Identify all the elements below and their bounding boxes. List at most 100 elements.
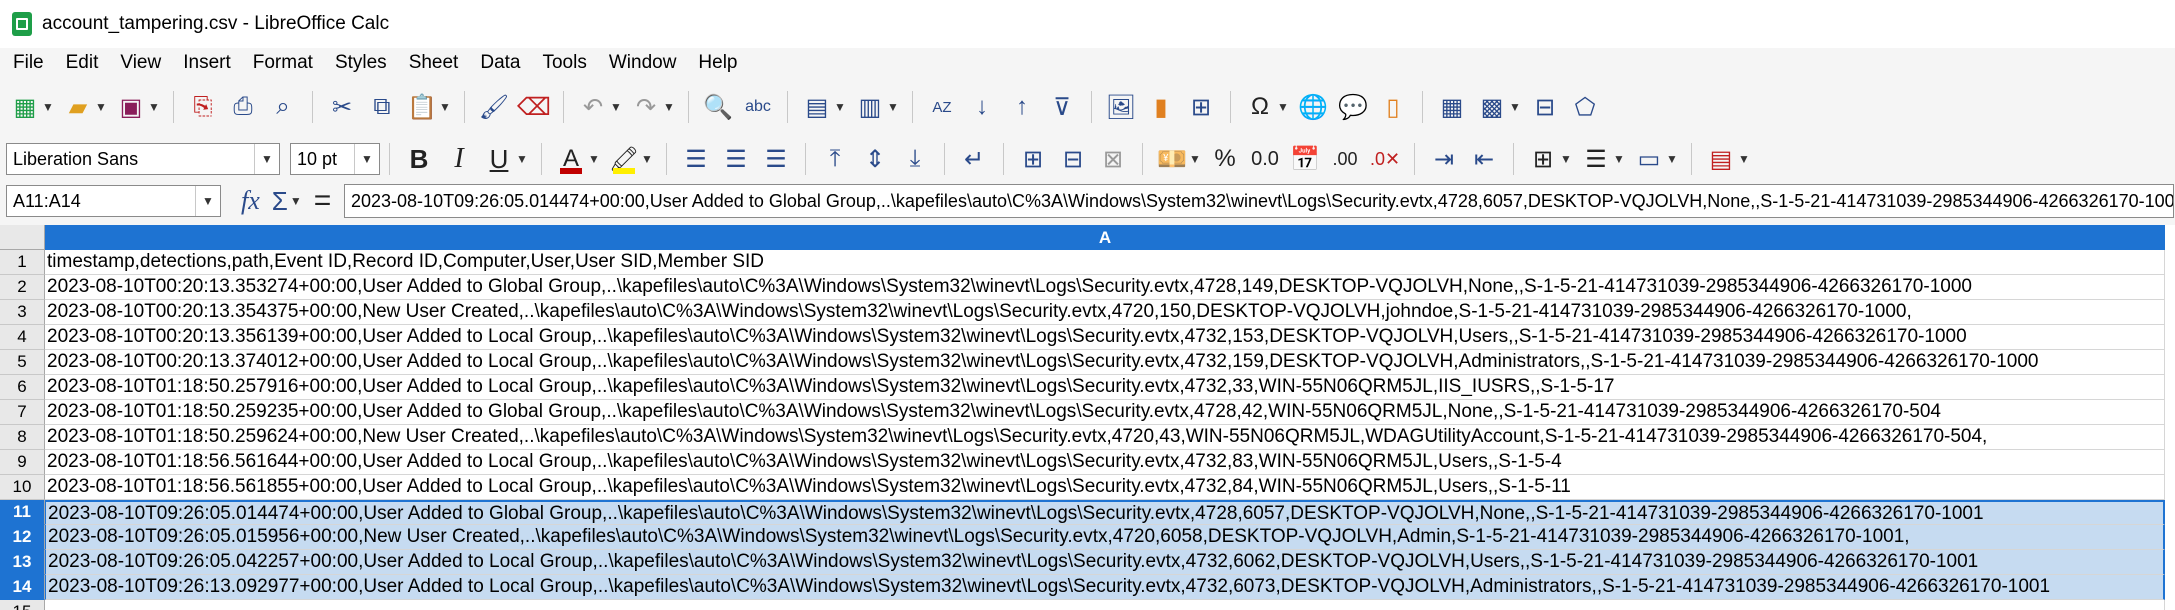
chevron-down-icon[interactable]: ▼	[254, 144, 279, 174]
redo-dropdown-icon[interactable]: ▼	[662, 90, 676, 124]
cell[interactable]: 2023-08-10T09:26:05.042257+00:00,User Ad…	[45, 550, 2165, 575]
align-bottom-icon[interactable]: ⤓	[898, 142, 932, 176]
menu-file[interactable]: File	[13, 52, 44, 74]
cell[interactable]: 2023-08-10T09:26:05.015956+00:00,New Use…	[45, 525, 2165, 550]
new-spreadsheet-icon[interactable]: ▦	[8, 90, 42, 124]
export-pdf-icon[interactable]: ⎘	[186, 90, 220, 124]
print-preview-icon[interactable]: ⌕	[266, 90, 300, 124]
menu-edit[interactable]: Edit	[66, 52, 99, 74]
insert-image-icon[interactable]: 🖼	[1104, 90, 1138, 124]
row-header[interactable]: 8	[0, 425, 45, 450]
spelling-icon[interactable]: abc	[741, 90, 775, 124]
comment-icon[interactable]: 💬	[1336, 90, 1370, 124]
menu-help[interactable]: Help	[698, 52, 737, 74]
sort-icon[interactable]: AZ	[925, 90, 959, 124]
split-window-icon[interactable]: ⊟	[1528, 90, 1562, 124]
row-header[interactable]: 11	[0, 500, 45, 525]
border-color-icon[interactable]: ▭	[1632, 142, 1666, 176]
align-left-icon[interactable]: ☰	[679, 142, 713, 176]
menu-insert[interactable]: Insert	[183, 52, 231, 74]
font-name-combo[interactable]: Liberation Sans ▼	[6, 143, 280, 175]
menu-sheet[interactable]: Sheet	[409, 52, 459, 74]
cell[interactable]: 2023-08-10T00:20:13.353274+00:00,User Ad…	[45, 275, 2165, 300]
menu-format[interactable]: Format	[253, 52, 313, 74]
menu-data[interactable]: Data	[480, 52, 520, 74]
row-icon[interactable]: ▤	[800, 90, 834, 124]
clone-formatting-icon[interactable]: 🖌	[477, 90, 511, 124]
name-box[interactable]: A11:A14 ▼	[6, 185, 221, 217]
row-header[interactable]: 15	[0, 600, 45, 610]
conditional-format-dropdown-icon[interactable]: ▼	[1737, 142, 1751, 176]
sum-icon[interactable]: Σ	[272, 186, 288, 217]
row-header[interactable]: 4	[0, 325, 45, 350]
add-decimal-place-icon[interactable]: .00	[1328, 142, 1362, 176]
font-color-icon[interactable]: A	[554, 142, 588, 176]
increase-indent-icon[interactable]: ⇥	[1427, 142, 1461, 176]
row-header[interactable]: 10	[0, 475, 45, 500]
cut-icon[interactable]: ✂	[325, 90, 359, 124]
find-replace-icon[interactable]: 🔍	[701, 90, 735, 124]
column-header-a[interactable]: A	[45, 225, 2165, 250]
headers-footers-icon[interactable]: ▯	[1376, 90, 1410, 124]
chevron-down-icon[interactable]: ▼	[354, 144, 379, 174]
sort-ascending-icon[interactable]: ↓	[965, 90, 999, 124]
format-as-number-icon[interactable]: 0.0	[1248, 142, 1282, 176]
cell[interactable]: 2023-08-10T09:26:13.092977+00:00,User Ad…	[45, 575, 2165, 600]
align-right-icon[interactable]: ☰	[759, 142, 793, 176]
cell[interactable]: 2023-08-10T01:18:56.561855+00:00,User Ad…	[45, 475, 2165, 500]
clear-formatting-icon[interactable]: ⌫	[517, 90, 551, 124]
cell[interactable]: 2023-08-10T09:26:05.014474+00:00,User Ad…	[45, 500, 2165, 525]
row-header[interactable]: 3	[0, 300, 45, 325]
show-draw-functions-icon[interactable]: ⬠	[1568, 90, 1602, 124]
cell[interactable]: 2023-08-10T01:18:56.561644+00:00,User Ad…	[45, 450, 2165, 475]
menu-styles[interactable]: Styles	[335, 52, 387, 74]
undo-dropdown-icon[interactable]: ▼	[609, 90, 623, 124]
function-wizard-icon[interactable]: fx	[241, 186, 260, 216]
border-style-icon[interactable]: ☰	[1579, 142, 1613, 176]
new-dropdown-icon[interactable]: ▼	[41, 90, 55, 124]
menu-view[interactable]: View	[120, 52, 161, 74]
row-dropdown-icon[interactable]: ▼	[833, 90, 847, 124]
row-header[interactable]: 12	[0, 525, 45, 550]
border-style-dropdown-icon[interactable]: ▼	[1612, 142, 1626, 176]
align-center-icon[interactable]: ☰	[719, 142, 753, 176]
cell[interactable]: timestamp,detections,path,Event ID,Recor…	[45, 250, 2165, 275]
underline-icon[interactable]: U	[482, 142, 516, 176]
insert-chart-icon[interactable]: ▮	[1144, 90, 1178, 124]
cell[interactable]: 2023-08-10T01:18:50.257916+00:00,User Ad…	[45, 375, 2165, 400]
row-header[interactable]: 1	[0, 250, 45, 275]
row-header[interactable]: 13	[0, 550, 45, 575]
open-dropdown-icon[interactable]: ▼	[94, 90, 108, 124]
align-top-icon[interactable]: ⤒	[818, 142, 852, 176]
print-icon[interactable]: ⎙	[226, 90, 260, 124]
borders-dropdown-icon[interactable]: ▼	[1559, 142, 1573, 176]
formula-input[interactable]: 2023-08-10T09:26:05.014474+00:00,User Ad…	[344, 184, 2174, 218]
merge-cells-icon[interactable]: ⊟	[1056, 142, 1090, 176]
delete-decimal-place-icon[interactable]: .0✕	[1368, 142, 1402, 176]
sum-dropdown-icon[interactable]: ▼	[290, 194, 302, 208]
format-as-date-icon[interactable]: 📅	[1288, 142, 1322, 176]
wrap-text-icon[interactable]: ↵	[957, 142, 991, 176]
center-vertically-icon[interactable]: ⇕	[858, 142, 892, 176]
merge-center-icon[interactable]: ⊞	[1016, 142, 1050, 176]
font-color-dropdown-icon[interactable]: ▼	[587, 142, 601, 176]
menu-window[interactable]: Window	[609, 52, 677, 74]
border-color-dropdown-icon[interactable]: ▼	[1665, 142, 1679, 176]
column-icon[interactable]: ▥	[853, 90, 887, 124]
currency-dropdown-icon[interactable]: ▼	[1188, 142, 1202, 176]
sort-descending-icon[interactable]: ↑	[1005, 90, 1039, 124]
formula-equals-icon[interactable]: =	[314, 184, 332, 218]
paste-icon[interactable]: 📋	[405, 90, 439, 124]
undo-icon[interactable]: ↶	[576, 90, 610, 124]
row-header[interactable]: 7	[0, 400, 45, 425]
conditional-format-icon[interactable]: ▤	[1704, 142, 1738, 176]
cell[interactable]: 2023-08-10T00:20:13.354375+00:00,New Use…	[45, 300, 2165, 325]
row-header[interactable]: 9	[0, 450, 45, 475]
highlight-dropdown-icon[interactable]: ▼	[640, 142, 654, 176]
open-folder-icon[interactable]: ▰	[61, 90, 95, 124]
cell[interactable]	[45, 600, 2165, 610]
underline-dropdown-icon[interactable]: ▼	[515, 142, 529, 176]
font-size-combo[interactable]: 10 pt ▼	[290, 143, 380, 175]
bold-icon[interactable]: B	[402, 142, 436, 176]
cell[interactable]: 2023-08-10T00:20:13.356139+00:00,User Ad…	[45, 325, 2165, 350]
